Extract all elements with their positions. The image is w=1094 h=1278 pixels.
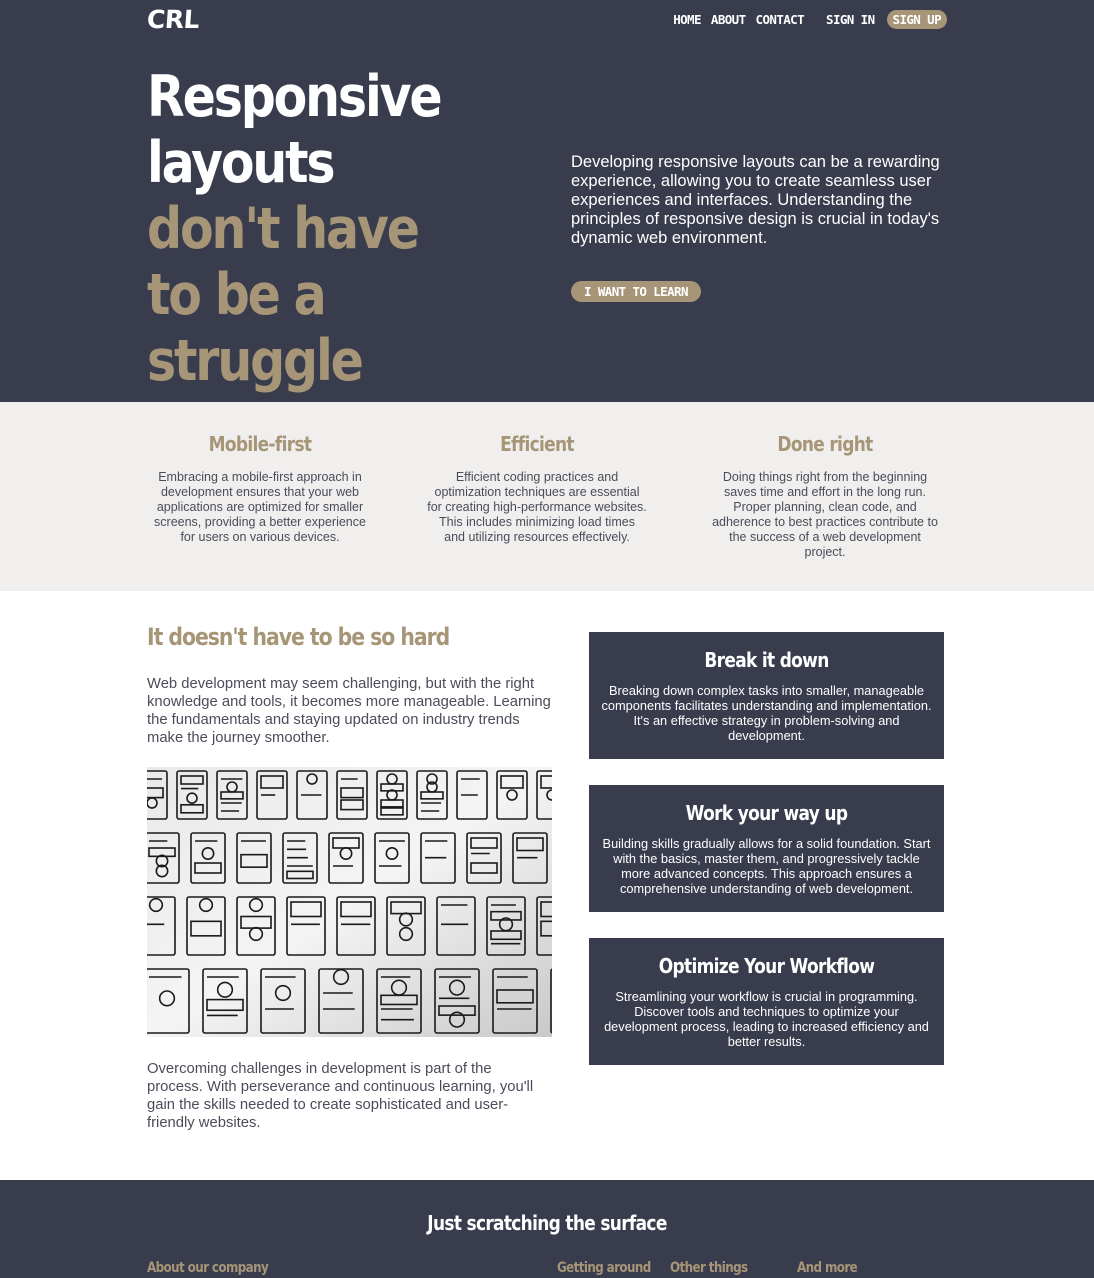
card-title: Optimize Your Workflow: [658, 954, 875, 978]
footer-heading-and-more: And more: [797, 1260, 858, 1276]
feature-text: Doing things right from the beginning sa…: [712, 470, 938, 559]
footer-heading-other-things: Other things: [670, 1260, 748, 1276]
main-section: It doesn't have to be so hard Web develo…: [0, 591, 1094, 1180]
sign-in-link[interactable]: SIGN IN: [826, 12, 875, 27]
feature-title: Efficient: [500, 432, 574, 456]
card-break-it-down: Break it down Breaking down complex task…: [589, 632, 944, 759]
wireframe-sketches-illustration: [147, 767, 552, 1037]
footer-heading-about: About our company: [147, 1260, 269, 1276]
feature-mobile-first: Mobile-first Embracing a mobile-first ap…: [147, 432, 373, 545]
footer-heading-getting-around: Getting around: [557, 1260, 651, 1276]
top-navigation-bar: CRL HOME ABOUT CONTACT SIGN IN SIGN UP: [0, 0, 1094, 38]
card-title: Work your way up: [685, 801, 848, 825]
footer-title: Just scratching the surface: [427, 1211, 667, 1235]
hero-title-accent: don't have to be a struggle: [147, 196, 420, 394]
card-text: Building skills gradually allows for a s…: [602, 836, 931, 896]
features-section: Mobile-first Embracing a mobile-first ap…: [0, 402, 1094, 591]
hero-section: Responsive layouts don't have to be a st…: [0, 38, 1094, 402]
nav-link-home[interactable]: HOME: [673, 12, 701, 27]
main-paragraph-2: Overcoming challenges in development is …: [147, 1061, 534, 1131]
feature-text: Efficient coding practices and optimizat…: [427, 470, 647, 544]
nav-links: HOME ABOUT CONTACT SIGN IN SIGN UP: [663, 9, 947, 29]
nav-link-contact[interactable]: CONTACT: [756, 12, 805, 27]
card-text: Breaking down complex tasks into smaller…: [601, 683, 932, 743]
card-optimize-workflow: Optimize Your Workflow Streamlining your…: [589, 938, 944, 1065]
feature-efficient: Efficient Efficient coding practices and…: [427, 432, 647, 545]
card-text: Streamlining your workflow is crucial in…: [604, 989, 929, 1049]
nav-link-about[interactable]: ABOUT: [711, 12, 746, 27]
wireframe-sketches-image: [147, 767, 552, 1037]
feature-title: Done right: [777, 432, 873, 456]
feature-text: Embracing a mobile-first approach in dev…: [154, 470, 366, 544]
main-paragraph-1: Web development may seem challenging, bu…: [147, 676, 551, 746]
sign-up-button[interactable]: SIGN UP: [886, 9, 947, 29]
main-title: It doesn't have to be so hard: [147, 623, 450, 651]
feature-title: Mobile-first: [208, 432, 312, 456]
hero-description: Developing responsive layouts can be a r…: [571, 153, 940, 247]
hero-title-white: Responsive layouts: [147, 64, 443, 196]
hero-title: Responsive layouts don't have to be a st…: [147, 64, 443, 394]
learn-button[interactable]: I WANT TO LEARN: [571, 281, 701, 302]
card-title: Break it down: [704, 648, 829, 672]
footer: Just scratching the surface About our co…: [0, 1180, 1094, 1278]
feature-done-right: Done right Doing things right from the b…: [707, 432, 943, 560]
logo[interactable]: CRL: [146, 5, 200, 34]
card-work-your-way-up: Work your way up Building skills gradual…: [589, 785, 944, 912]
